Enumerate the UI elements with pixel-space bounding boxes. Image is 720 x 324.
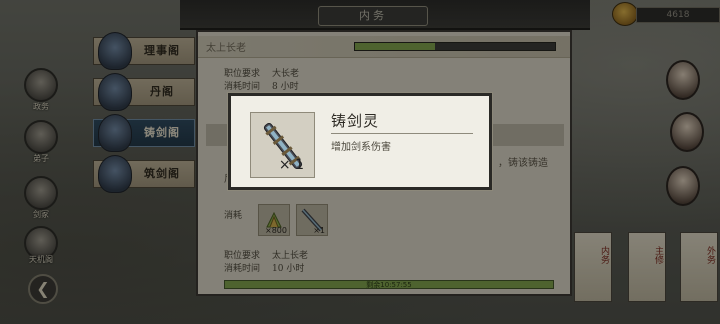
item-description: 增加剑系伤害 [331,142,391,153]
game-screen: 内务 4618 政务 弟子 剑冢 天机阁 ❮ 理事阁 丹阁 铸剑阁 筑剑阁 太上… [0,0,720,324]
divider [331,133,473,134]
item-slot: × 1 [250,112,315,178]
item-tooltip: × 1 铸剑灵 增加剑系伤害 [228,93,492,190]
item-quantity: × 1 [278,157,304,173]
item-name: 铸剑灵 [331,112,380,130]
